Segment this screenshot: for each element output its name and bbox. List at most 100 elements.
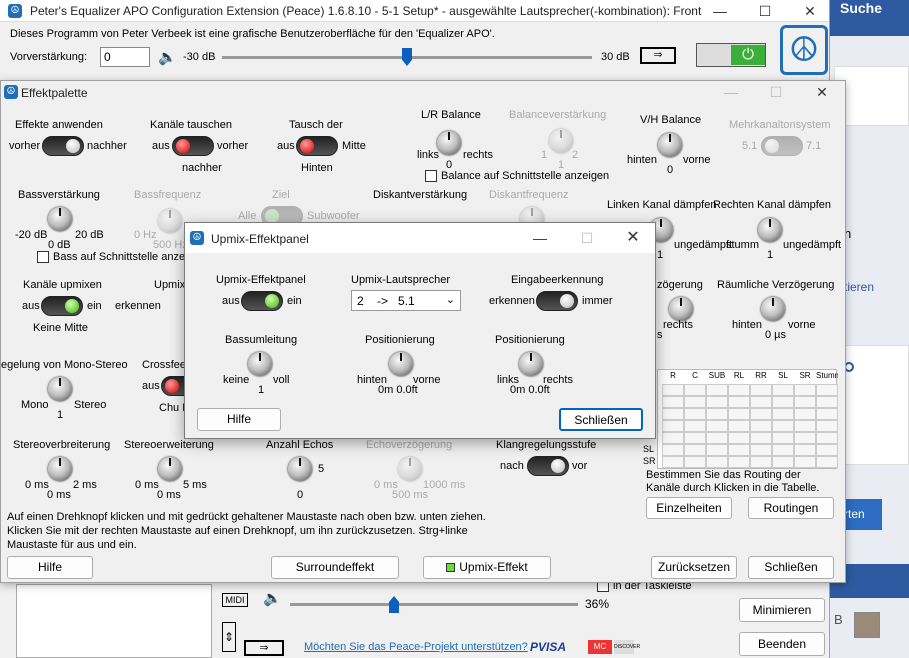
search-button[interactable]: Suche	[830, 0, 909, 36]
routing-cell[interactable]	[794, 384, 816, 396]
right-dampen-knob[interactable]	[758, 218, 782, 242]
exit-button[interactable]: Beenden	[739, 632, 825, 656]
balance-interface-checkbox[interactable]	[425, 170, 437, 182]
upmix-effect-button[interactable]: Upmix-Effekt	[423, 556, 551, 579]
routing-table[interactable]: RCSUBRLRRSLSRStumm	[657, 369, 838, 470]
help-button[interactable]: Hilfe	[7, 556, 93, 579]
bass-redirect-knob[interactable]	[248, 352, 272, 376]
routing-cell[interactable]	[728, 420, 750, 432]
routing-cell[interactable]	[816, 456, 838, 468]
minimize-icon[interactable]: —	[711, 81, 751, 103]
routing-cell[interactable]	[684, 408, 706, 420]
delay-knob[interactable]	[669, 297, 693, 321]
paypal-visa-logo[interactable]: PVISA	[530, 640, 566, 654]
avatar[interactable]	[854, 612, 880, 638]
connector-icon[interactable]: ⇒	[244, 640, 284, 656]
position1-knob[interactable]	[389, 352, 413, 376]
upmix-close-button[interactable]: Schließen	[559, 408, 643, 431]
routing-cell[interactable]	[728, 432, 750, 444]
multichannel-toggle[interactable]	[761, 136, 803, 156]
routing-cell[interactable]	[684, 420, 706, 432]
upmix-channels-toggle[interactable]	[41, 296, 83, 316]
routing-cell[interactable]	[706, 384, 728, 396]
routing-cell[interactable]	[750, 444, 772, 456]
routing-cell[interactable]	[772, 432, 794, 444]
page-fragment-link[interactable]: tieren	[844, 280, 874, 294]
routing-cell[interactable]	[684, 396, 706, 408]
routing-cell[interactable]	[684, 384, 706, 396]
connector-icon[interactable]: ⇒	[640, 47, 676, 64]
routing-grid[interactable]	[658, 370, 838, 470]
routing-cell[interactable]	[728, 396, 750, 408]
routing-cell[interactable]	[662, 396, 684, 408]
routing-cell[interactable]	[816, 432, 838, 444]
minimize-icon[interactable]: —	[520, 227, 560, 249]
routing-cell[interactable]	[706, 408, 728, 420]
routing-cell[interactable]	[772, 456, 794, 468]
routing-cell[interactable]	[816, 384, 838, 396]
routing-cell[interactable]	[728, 456, 750, 468]
midi-icon[interactable]: MIDI	[222, 593, 248, 607]
echo-count-knob[interactable]	[288, 457, 312, 481]
routing-cell[interactable]	[772, 384, 794, 396]
maximize-icon[interactable]: ☐	[567, 227, 607, 249]
routing-cell[interactable]	[816, 396, 838, 408]
speaker-icon[interactable]: 🔈	[158, 48, 177, 66]
volume-icon[interactable]: 🔈	[263, 589, 282, 607]
routing-cell[interactable]	[750, 420, 772, 432]
surround-button[interactable]: Surroundeffekt	[271, 556, 399, 579]
bass-interface-checkbox[interactable]	[37, 251, 49, 263]
stereo-expand-knob[interactable]	[158, 457, 182, 481]
minimize-icon[interactable]: —	[700, 0, 740, 22]
routing-cell[interactable]	[772, 396, 794, 408]
clear-routing-button[interactable]: Routingen löscher	[748, 497, 834, 519]
balance-gain-knob[interactable]	[549, 129, 573, 153]
upmix-help-button[interactable]: Hilfe	[197, 408, 281, 431]
maximize-icon[interactable]: ☐	[745, 0, 785, 22]
volume-slider-track[interactable]	[290, 603, 578, 606]
close-icon[interactable]: ✕	[613, 227, 653, 249]
speakers-select[interactable]: 2 -> 5.1 ⌄	[351, 290, 461, 311]
routing-cell[interactable]	[662, 456, 684, 468]
routing-cell[interactable]	[662, 384, 684, 396]
routing-cell[interactable]	[728, 444, 750, 456]
routing-cell[interactable]	[706, 432, 728, 444]
bass-freq-knob[interactable]	[158, 209, 182, 233]
routing-cell[interactable]	[794, 432, 816, 444]
routing-cell[interactable]	[662, 432, 684, 444]
close-icon[interactable]: ✕	[802, 81, 842, 103]
routing-cell[interactable]	[706, 444, 728, 456]
routing-cell[interactable]	[750, 432, 772, 444]
preamp-input[interactable]	[100, 47, 150, 67]
discover-logo[interactable]: DISCOVER	[614, 640, 640, 654]
routing-cell[interactable]	[706, 456, 728, 468]
routing-cell[interactable]	[750, 396, 772, 408]
upmix-panel-toggle[interactable]	[241, 291, 283, 311]
swap-of-toggle[interactable]	[296, 136, 338, 156]
position2-knob[interactable]	[519, 352, 543, 376]
routing-cell[interactable]	[816, 408, 838, 420]
bass-gain-knob[interactable]	[48, 207, 72, 231]
volume-slider-thumb[interactable]	[389, 596, 399, 613]
routing-cell[interactable]	[816, 444, 838, 456]
routing-cell[interactable]	[662, 444, 684, 456]
spatial-delay-knob[interactable]	[761, 297, 785, 321]
mastercard-logo[interactable]: MC	[588, 640, 612, 654]
routing-cell[interactable]	[772, 408, 794, 420]
routing-cell[interactable]	[794, 456, 816, 468]
routing-cell[interactable]	[662, 420, 684, 432]
routing-cell[interactable]	[728, 408, 750, 420]
close-icon[interactable]: ✕	[790, 0, 830, 22]
routing-cell[interactable]	[750, 408, 772, 420]
reset-button[interactable]: Zurücksetzen	[651, 556, 737, 579]
routing-cell[interactable]	[750, 384, 772, 396]
preamp-slider-thumb[interactable]	[402, 48, 412, 66]
support-link[interactable]: Möchten Sie das Peace-Projekt unterstütz…	[304, 641, 528, 653]
power-switch[interactable]: ⏻	[696, 43, 766, 67]
routing-cell[interactable]	[794, 444, 816, 456]
lr-balance-knob[interactable]	[437, 131, 461, 155]
routing-cell[interactable]	[728, 384, 750, 396]
up-down-icon[interactable]: ⇕	[222, 622, 236, 652]
close-button[interactable]: Schließen	[748, 556, 834, 579]
routing-cell[interactable]	[684, 456, 706, 468]
